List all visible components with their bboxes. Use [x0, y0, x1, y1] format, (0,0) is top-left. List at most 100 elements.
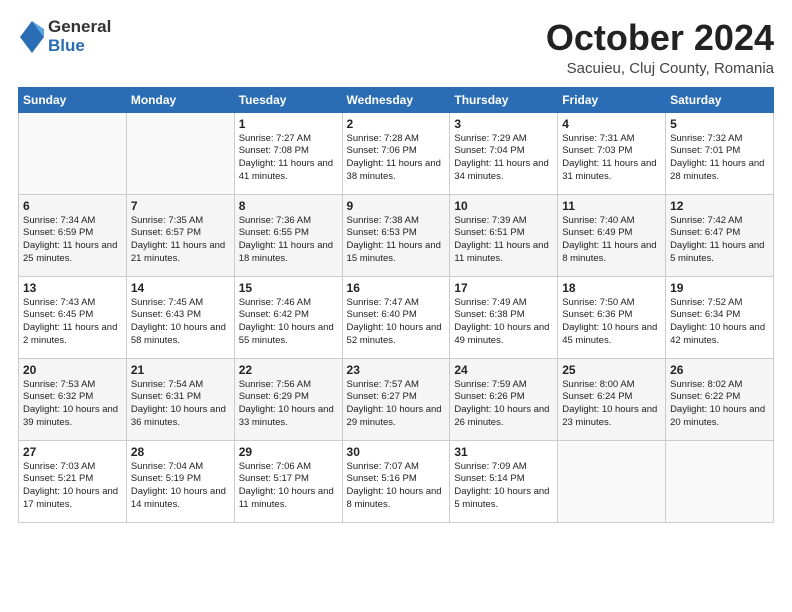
title-block: October 2024 Sacuieu, Cluj County, Roman…	[546, 18, 774, 77]
month-title: October 2024	[546, 18, 774, 58]
day-number: 10	[454, 199, 553, 213]
calendar-cell: 20Sunrise: 7:53 AMSunset: 6:32 PMDayligh…	[19, 358, 127, 440]
col-friday: Friday	[558, 87, 666, 112]
day-content: Sunrise: 7:59 AMSunset: 6:26 PMDaylight:…	[454, 379, 553, 430]
day-content: Sunrise: 7:43 AMSunset: 6:45 PMDaylight:…	[23, 297, 122, 348]
col-tuesday: Tuesday	[234, 87, 342, 112]
day-content: Sunrise: 7:27 AMSunset: 7:08 PMDaylight:…	[239, 133, 338, 184]
calendar-cell: 17 Sunrise: 7:49 AMSunset: 6:38 PMDayligh…	[450, 276, 558, 358]
calendar-week-4: 20Sunrise: 7:53 AMSunset: 6:32 PMDayligh…	[19, 358, 774, 440]
day-content: Sunrise: 7:42 AMSunset: 6:47 PMDaylight:…	[670, 215, 769, 266]
day-content: Sunrise: 7:52 AMSunset: 6:34 PMDaylight:…	[670, 297, 769, 348]
calendar-cell: 22Sunrise: 7:56 AMSunset: 6:29 PMDayligh…	[234, 358, 342, 440]
day-number: 28	[131, 445, 230, 459]
calendar-cell: 14 Sunrise: 7:45 AMSunset: 6:43 PMDayligh…	[126, 276, 234, 358]
calendar-cell: 2 Sunrise: 7:28 AMSunset: 7:06 PMDaylight…	[342, 112, 450, 194]
day-content: Sunrise: 7:31 AMSunset: 7:03 PMDaylight:…	[562, 133, 661, 184]
day-number: 14	[131, 281, 230, 295]
day-content: Sunrise: 8:02 AMSunset: 6:22 PMDaylight:…	[670, 379, 769, 430]
location-subtitle: Sacuieu, Cluj County, Romania	[546, 60, 774, 77]
day-number: 2	[347, 117, 446, 131]
day-content: Sunrise: 8:00 AMSunset: 6:24 PMDaylight:…	[562, 379, 661, 430]
calendar-cell	[558, 440, 666, 522]
day-number: 7	[131, 199, 230, 213]
calendar-cell: 31 Sunrise: 7:09 AMSunset: 5:14 PMDayligh…	[450, 440, 558, 522]
day-content: Sunrise: 7:47 AMSunset: 6:40 PMDaylight:…	[347, 297, 446, 348]
day-content: Sunrise: 7:54 AMSunset: 6:31 PMDaylight:…	[131, 379, 230, 430]
col-saturday: Saturday	[666, 87, 774, 112]
calendar-cell: 26 Sunrise: 8:02 AMSunset: 6:22 PMDayligh…	[666, 358, 774, 440]
calendar-cell: 21 Sunrise: 7:54 AMSunset: 6:31 PMDayligh…	[126, 358, 234, 440]
calendar-cell: 12 Sunrise: 7:42 AMSunset: 6:47 PMDayligh…	[666, 194, 774, 276]
day-number: 6	[23, 199, 122, 213]
col-thursday: Thursday	[450, 87, 558, 112]
day-content: Sunrise: 7:29 AMSunset: 7:04 PMDaylight:…	[454, 133, 553, 184]
calendar-cell	[126, 112, 234, 194]
day-number: 31	[454, 445, 553, 459]
day-number: 9	[347, 199, 446, 213]
calendar-cell: 10 Sunrise: 7:39 AMSunset: 6:51 PMDayligh…	[450, 194, 558, 276]
calendar-cell: 30 Sunrise: 7:07 AMSunset: 5:16 PMDayligh…	[342, 440, 450, 522]
day-number: 5	[670, 117, 769, 131]
calendar-cell: 9Sunrise: 7:38 AMSunset: 6:53 PMDaylight…	[342, 194, 450, 276]
calendar-cell	[19, 112, 127, 194]
logo: General Blue	[18, 18, 111, 55]
calendar-cell: 15Sunrise: 7:46 AMSunset: 6:42 PMDayligh…	[234, 276, 342, 358]
day-number: 18	[562, 281, 661, 295]
day-number: 29	[239, 445, 338, 459]
day-content: Sunrise: 7:03 AMSunset: 5:21 PMDaylight:…	[23, 461, 122, 512]
calendar-week-3: 13 Sunrise: 7:43 AMSunset: 6:45 PMDayligh…	[19, 276, 774, 358]
logo-icon	[18, 19, 46, 55]
calendar-cell: 27 Sunrise: 7:03 AMSunset: 5:21 PMDayligh…	[19, 440, 127, 522]
day-number: 17	[454, 281, 553, 295]
calendar-cell: 28 Sunrise: 7:04 AMSunset: 5:19 PMDayligh…	[126, 440, 234, 522]
logo-text: General Blue	[48, 18, 111, 55]
day-number: 25	[562, 363, 661, 377]
day-content: Sunrise: 7:07 AMSunset: 5:16 PMDaylight:…	[347, 461, 446, 512]
calendar-cell: 25 Sunrise: 8:00 AMSunset: 6:24 PMDayligh…	[558, 358, 666, 440]
calendar-cell	[666, 440, 774, 522]
day-number: 21	[131, 363, 230, 377]
calendar-cell: 4 Sunrise: 7:31 AMSunset: 7:03 PMDaylight…	[558, 112, 666, 194]
day-content: Sunrise: 7:57 AMSunset: 6:27 PMDaylight:…	[347, 379, 446, 430]
calendar-week-5: 27 Sunrise: 7:03 AMSunset: 5:21 PMDayligh…	[19, 440, 774, 522]
day-number: 27	[23, 445, 122, 459]
day-number: 20	[23, 363, 122, 377]
day-content: Sunrise: 7:49 AMSunset: 6:38 PMDaylight:…	[454, 297, 553, 348]
calendar-cell: 18Sunrise: 7:50 AMSunset: 6:36 PMDayligh…	[558, 276, 666, 358]
day-content: Sunrise: 7:39 AMSunset: 6:51 PMDaylight:…	[454, 215, 553, 266]
day-number: 15	[239, 281, 338, 295]
calendar-cell: 29 Sunrise: 7:06 AMSunset: 5:17 PMDayligh…	[234, 440, 342, 522]
calendar-cell: 23 Sunrise: 7:57 AMSunset: 6:27 PMDayligh…	[342, 358, 450, 440]
calendar-table: Sunday Monday Tuesday Wednesday Thursday…	[18, 87, 774, 523]
header-row: Sunday Monday Tuesday Wednesday Thursday…	[19, 87, 774, 112]
logo-general-text: General	[48, 18, 111, 37]
day-number: 30	[347, 445, 446, 459]
day-number: 8	[239, 199, 338, 213]
calendar-week-1: 1 Sunrise: 7:27 AMSunset: 7:08 PMDaylight…	[19, 112, 774, 194]
day-number: 13	[23, 281, 122, 295]
day-number: 12	[670, 199, 769, 213]
day-number: 16	[347, 281, 446, 295]
calendar-cell: 24 Sunrise: 7:59 AMSunset: 6:26 PMDayligh…	[450, 358, 558, 440]
day-number: 26	[670, 363, 769, 377]
calendar-cell: 19 Sunrise: 7:52 AMSunset: 6:34 PMDayligh…	[666, 276, 774, 358]
calendar-cell: 7 Sunrise: 7:35 AMSunset: 6:57 PMDaylight…	[126, 194, 234, 276]
calendar-cell: 6Sunrise: 7:34 AMSunset: 6:59 PMDaylight…	[19, 194, 127, 276]
calendar-cell: 5Sunrise: 7:32 AMSunset: 7:01 PMDaylight…	[666, 112, 774, 194]
day-content: Sunrise: 7:35 AMSunset: 6:57 PMDaylight:…	[131, 215, 230, 266]
day-number: 23	[347, 363, 446, 377]
day-number: 24	[454, 363, 553, 377]
day-content: Sunrise: 7:45 AMSunset: 6:43 PMDaylight:…	[131, 297, 230, 348]
day-number: 1	[239, 117, 338, 131]
calendar-cell: 8 Sunrise: 7:36 AMSunset: 6:55 PMDaylight…	[234, 194, 342, 276]
day-content: Sunrise: 7:06 AMSunset: 5:17 PMDaylight:…	[239, 461, 338, 512]
day-number: 4	[562, 117, 661, 131]
calendar-cell: 11Sunrise: 7:40 AMSunset: 6:49 PMDayligh…	[558, 194, 666, 276]
day-content: Sunrise: 7:09 AMSunset: 5:14 PMDaylight:…	[454, 461, 553, 512]
day-number: 19	[670, 281, 769, 295]
day-content: Sunrise: 7:36 AMSunset: 6:55 PMDaylight:…	[239, 215, 338, 266]
day-content: Sunrise: 7:28 AMSunset: 7:06 PMDaylight:…	[347, 133, 446, 184]
day-content: Sunrise: 7:04 AMSunset: 5:19 PMDaylight:…	[131, 461, 230, 512]
logo-blue-text: Blue	[48, 37, 111, 56]
